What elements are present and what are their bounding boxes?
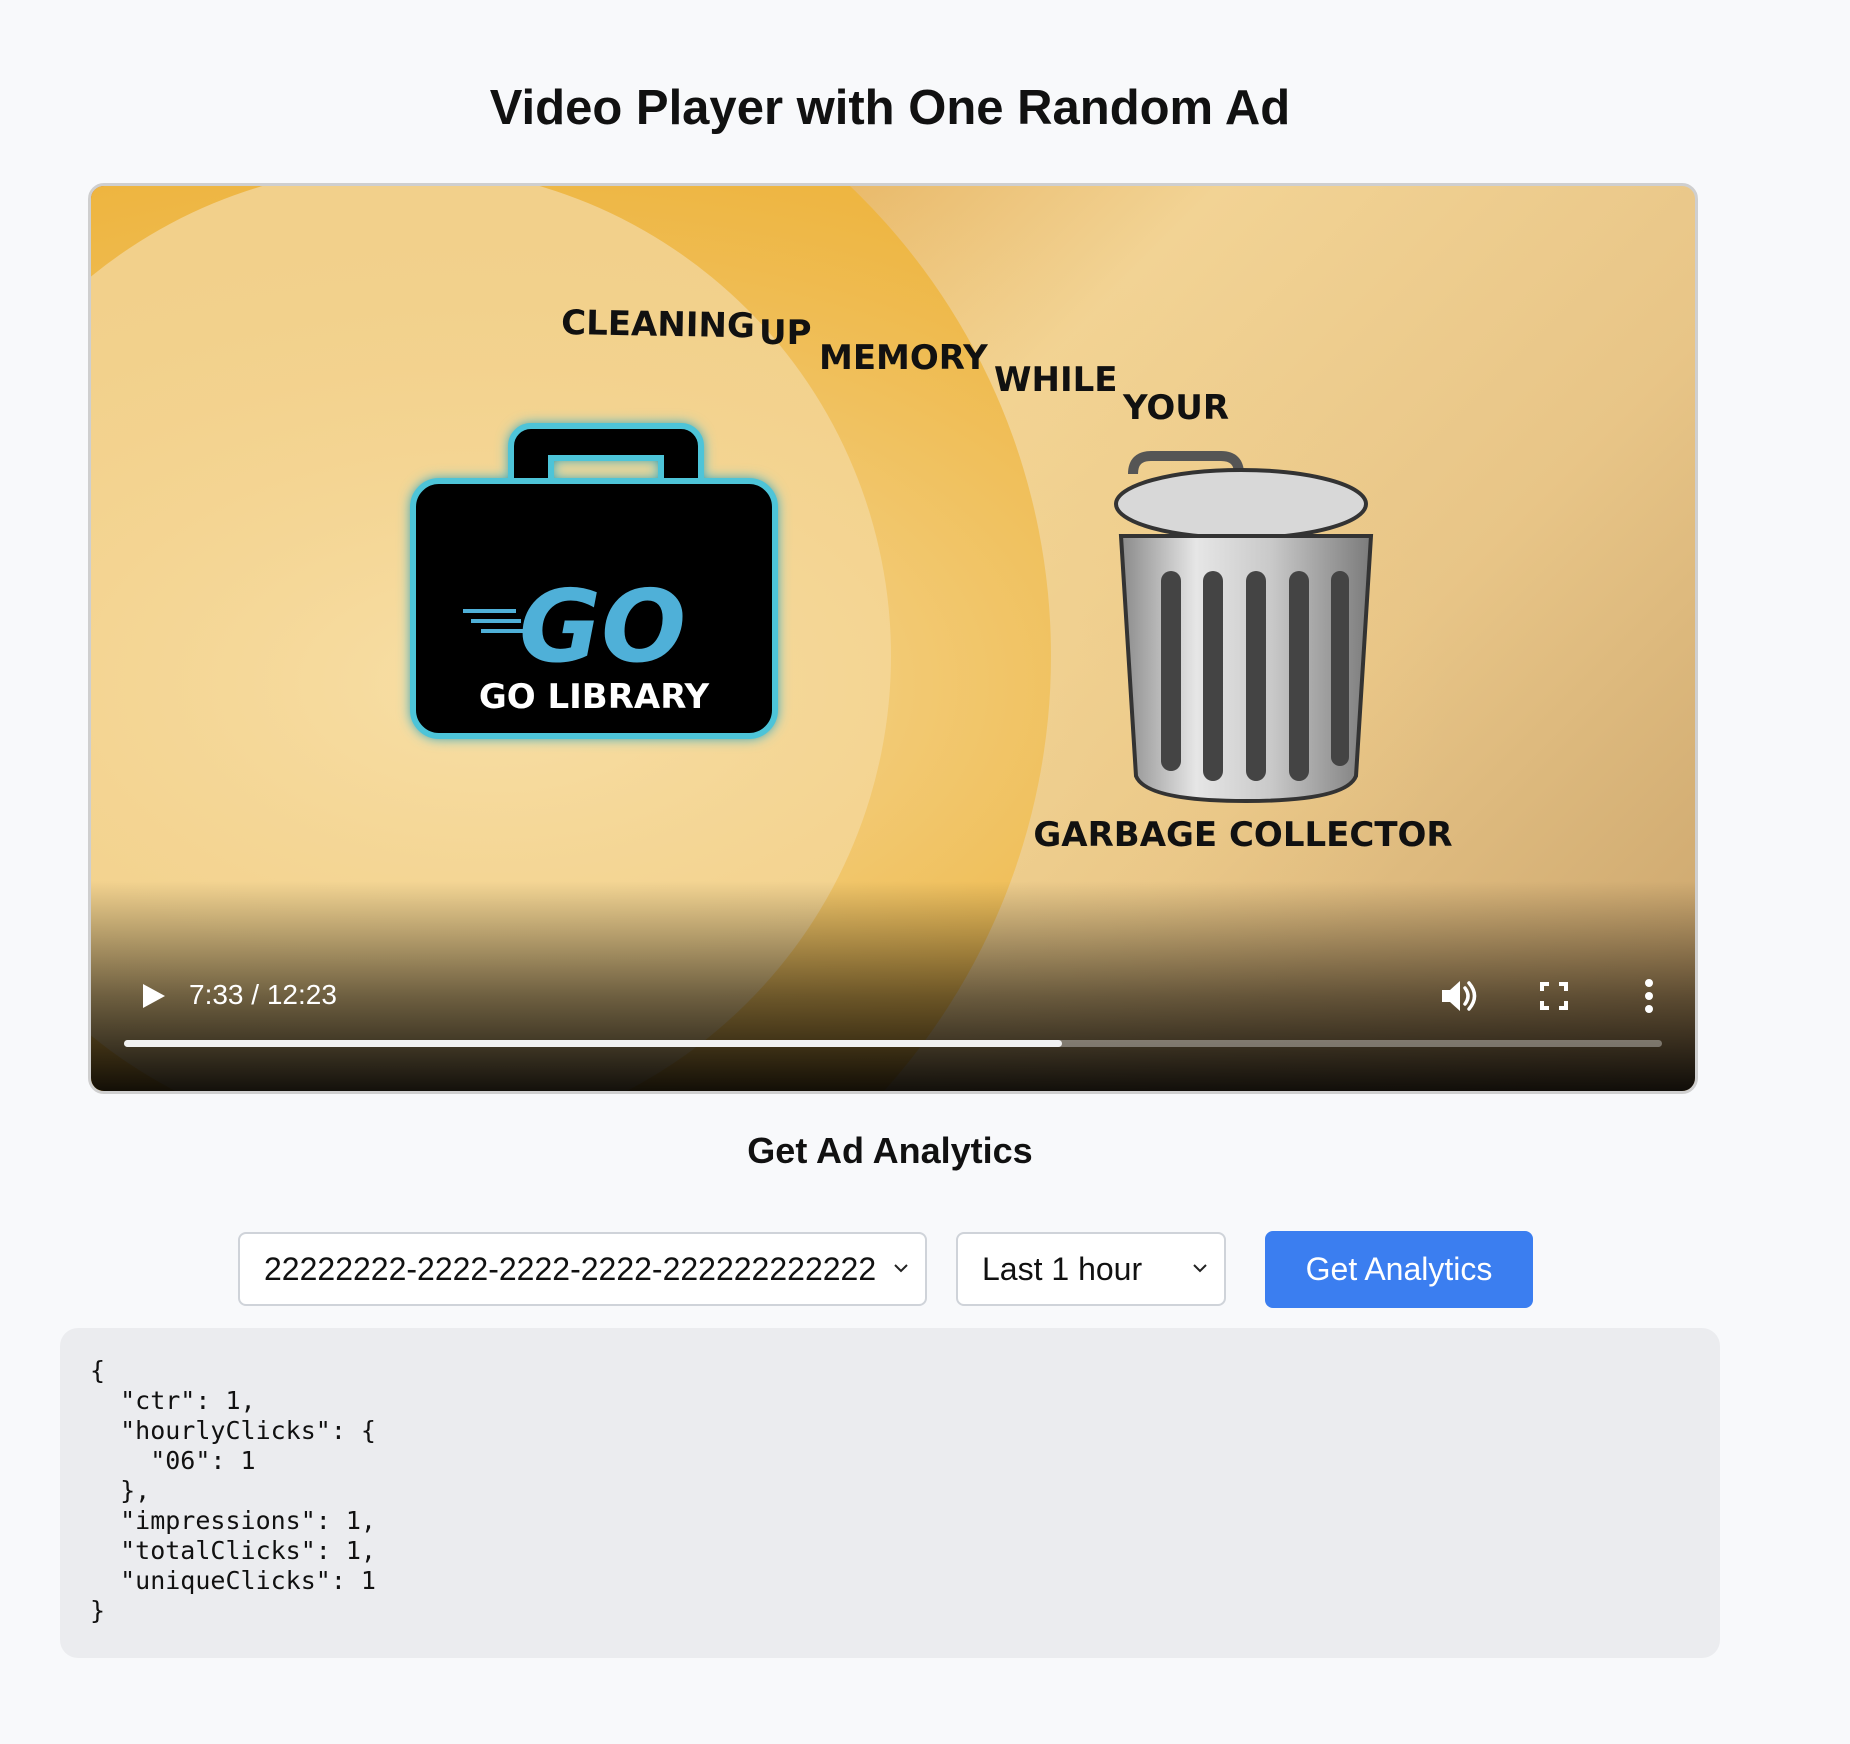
fullscreen-icon	[1540, 982, 1568, 1010]
bag-label: GO LIBRARY	[479, 677, 710, 717]
caption-word: CLEANING	[561, 303, 755, 346]
volume-button[interactable]	[1436, 974, 1480, 1018]
more-options-button[interactable]	[1629, 974, 1669, 1018]
time-display: 7:33 / 12:23	[189, 979, 337, 1010]
get-analytics-button[interactable]: Get Analytics	[1265, 1231, 1533, 1308]
time-range-select[interactable]: Last 1 hour	[956, 1232, 1226, 1306]
analytics-heading: Get Ad Analytics	[747, 1130, 1033, 1171]
ad-id-select-value: 22222222-2222-2222-2222-222222222222	[264, 1250, 877, 1287]
more-vertical-icon	[1645, 979, 1653, 1013]
time-range-select-value: Last 1 hour	[982, 1250, 1143, 1287]
play-button[interactable]	[133, 976, 173, 1016]
ad-id-select[interactable]: 22222222-2222-2222-2222-222222222222	[238, 1232, 927, 1306]
fullscreen-button[interactable]	[1534, 976, 1574, 1016]
page-title: Video Player with One Random Ad	[489, 81, 1291, 135]
caption-word: YOUR	[1122, 388, 1229, 428]
go-logo-text: GO	[519, 568, 686, 685]
video-player[interactable]: CLEANING UP MEMORY WHILE YOUR GO GO LIBR…	[88, 183, 1698, 1094]
play-icon	[143, 984, 165, 1008]
can-label: GARBAGE COLLECTOR	[1033, 815, 1452, 855]
chevron-down-icon	[1193, 1264, 1207, 1273]
chevron-down-icon	[894, 1264, 908, 1273]
volume-icon	[1442, 981, 1477, 1011]
caption-word: MEMORY	[819, 338, 988, 378]
progress-fill	[124, 1040, 1063, 1047]
caption-word: WHILE	[994, 360, 1118, 400]
analytics-result: { "ctr": 1, "hourlyClicks": { "06": 1 },…	[60, 1328, 1720, 1658]
trash-can-icon	[1114, 451, 1374, 804]
caption-word: UP	[759, 313, 812, 353]
progress-bar[interactable]	[124, 1040, 1662, 1047]
